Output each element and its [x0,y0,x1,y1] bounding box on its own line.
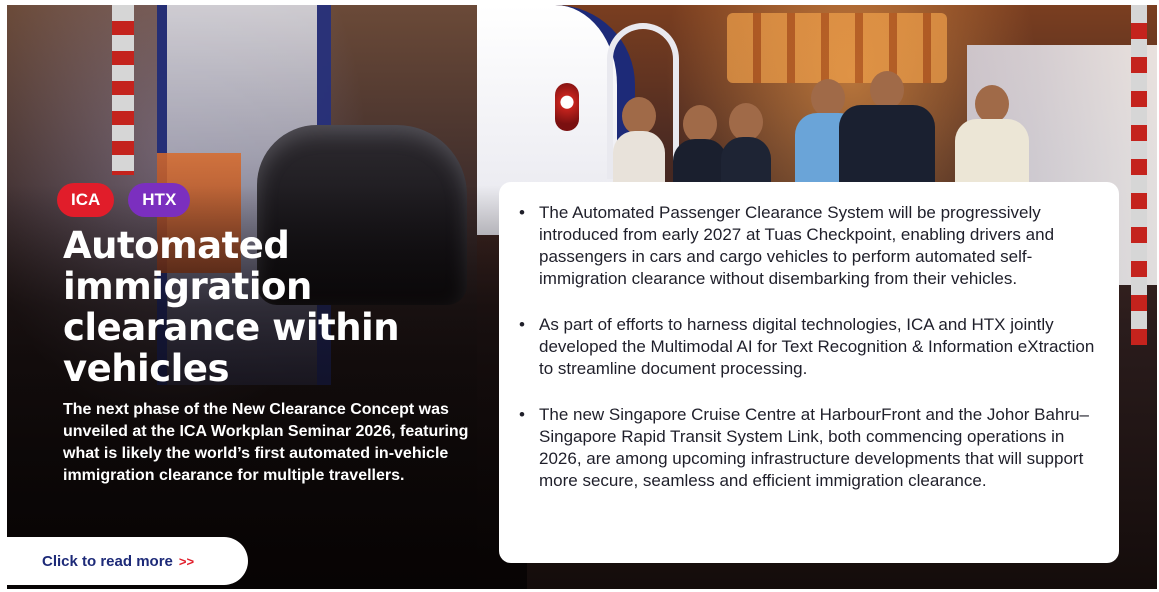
summary-text: The next phase of the New Clearance Conc… [63,401,469,484]
bullet-icon: • [519,203,525,222]
highlight-item: • The new Singapore Cruise Centre at Har… [517,404,1097,492]
ica-tag: ICA [57,183,115,217]
barrier-pole [112,5,134,175]
banner: ICA HTX Automated immigration clearance … [7,5,1157,589]
highlight-text: As part of efforts to harness digital te… [539,315,1095,378]
person-figure [839,71,935,187]
headline: Automated immigration clearance within v… [63,224,400,390]
tag-group: ICA HTX [57,183,191,217]
highlight-text: The new Singapore Cruise Centre at Harbo… [539,405,1089,490]
read-more-button[interactable]: Click to read more >> [0,537,248,585]
htx-tag: HTX [128,183,191,217]
person-figure [721,103,771,187]
person-figure [613,97,665,187]
double-chevron-right-icon: >> [178,553,195,569]
highlights-card: • The Automated Passenger Clearance Syst… [499,182,1119,563]
highlight-item: • As part of efforts to harness digital … [517,314,1097,380]
read-more-label: Click to read more [42,552,173,570]
highlights-list: • The Automated Passenger Clearance Syst… [517,202,1097,492]
bullet-icon: • [519,315,525,334]
barrier-pole-right [1131,5,1147,345]
highlight-text: The Automated Passenger Clearance System… [539,203,1055,288]
ceiling-lights [727,13,947,83]
person-figure [955,85,1029,187]
person-figure [673,105,727,187]
highlight-item: • The Automated Passenger Clearance Syst… [517,202,1097,290]
bullet-icon: • [519,405,525,424]
ica-crest-icon [555,83,579,131]
